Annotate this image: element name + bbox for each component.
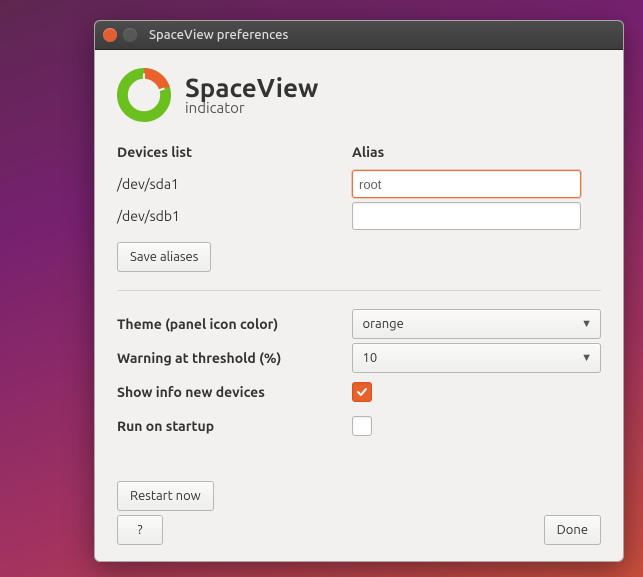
done-button[interactable]: Done: [544, 515, 601, 545]
help-button[interactable]: ?: [117, 515, 163, 545]
theme-label: Theme (panel icon color): [117, 316, 352, 332]
threshold-select[interactable]: 10 ▼: [352, 343, 602, 373]
save-aliases-button[interactable]: Save aliases: [117, 242, 211, 272]
show-new-devices-label: Show info new devices: [117, 384, 352, 400]
theme-select[interactable]: orange ▼: [352, 309, 602, 339]
run-on-startup-checkbox[interactable]: [352, 416, 372, 436]
titlebar[interactable]: SpaceView preferences: [95, 21, 623, 50]
show-new-devices-checkbox[interactable]: [352, 382, 372, 402]
brand-block: SpaceView indicator: [185, 74, 318, 116]
restart-now-button[interactable]: Restart now: [117, 481, 214, 511]
preferences-window: SpaceView preferences SpaceView indicato…: [94, 20, 624, 562]
theme-value: orange: [363, 317, 404, 331]
minimize-icon[interactable]: [123, 28, 137, 42]
alias-input[interactable]: [352, 170, 581, 198]
alias-input[interactable]: [352, 202, 581, 230]
app-header: SpaceView indicator: [117, 68, 601, 122]
alias-header: Alias: [352, 144, 601, 160]
content-area: SpaceView indicator Devices list Alias /…: [95, 50, 623, 561]
app-name: SpaceView: [185, 74, 318, 101]
close-icon[interactable]: [103, 28, 117, 42]
threshold-value: 10: [363, 351, 378, 365]
separator: [117, 290, 601, 291]
device-path: /dev/sdb1: [117, 208, 352, 224]
threshold-label: Warning at threshold (%): [117, 350, 352, 366]
device-path: /dev/sda1: [117, 176, 352, 192]
chevron-down-icon: ▼: [581, 318, 592, 330]
devices-list-header: Devices list: [117, 144, 352, 160]
window-title: SpaceView preferences: [149, 28, 288, 42]
spaceview-logo-icon: [117, 68, 171, 122]
run-on-startup-label: Run on startup: [117, 418, 352, 434]
chevron-down-icon: ▼: [581, 352, 592, 364]
